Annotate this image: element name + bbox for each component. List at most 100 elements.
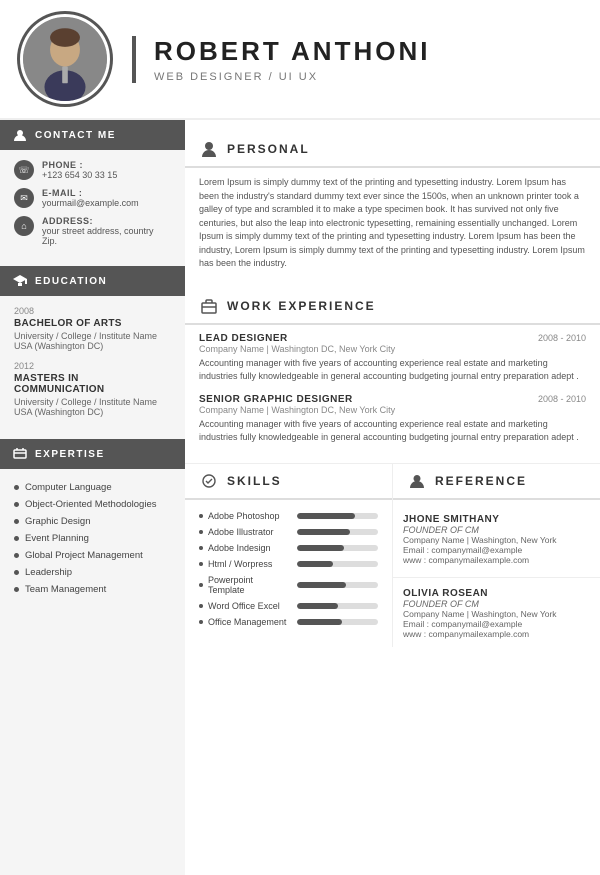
skill-bar-fill [297,545,344,551]
contact-section-label: CONTACT ME [35,130,116,141]
skill-bar-background [297,545,378,551]
ref-website: www : companymailexample.com [403,629,590,639]
ref-company: Company Name | Washington, New York [403,609,590,619]
skill-bar-fill [297,619,342,625]
bullet [14,519,19,524]
header-info: ROBERT ANTHONI WEB DESIGNER / UI UX [132,36,430,83]
bottom-section: SKILLS Adobe Photoshop Adobe Illustrator [185,463,600,647]
bullet [14,536,19,541]
bullet [199,530,203,534]
bullet [199,583,203,587]
profile-photo [20,14,110,104]
bullet [14,570,19,575]
skills-column: SKILLS Adobe Photoshop Adobe Illustrator [185,464,393,647]
skill-label: Office Management [199,617,289,627]
skills-header: SKILLS [185,464,392,500]
bullet [199,562,203,566]
expertise-item: Graphic Design [14,513,171,530]
education-section-header: EDUCATION [0,266,185,296]
sidebar: CONTACT ME ☏ PHONE : +123 654 30 33 15 ✉… [0,120,185,875]
ref-role: FOUNDER OF CM [403,525,590,535]
skill-label: Adobe Photoshop [199,511,289,521]
reference-header: REFERENCE [393,464,600,500]
skill-bar-fill [297,513,355,519]
bullet [14,502,19,507]
ref-email: Email : companymail@example [403,545,590,555]
contact-phone: ☏ PHONE : +123 654 30 33 15 [14,160,171,180]
skill-label: Word Office Excel [199,601,289,611]
expertise-section-header: EXPERTISE [0,439,185,469]
reference-icon [407,471,427,491]
reference-item: JHONE SMITHANY FOUNDER OF CM Company Nam… [393,508,600,573]
candidate-title: WEB DESIGNER / UI UX [154,71,430,83]
skill-bar-fill [297,603,338,609]
bullet [199,620,203,624]
reference-list: JHONE SMITHANY FOUNDER OF CM Company Nam… [393,508,600,647]
expertise-item: Computer Language [14,479,171,496]
expertise-item: Leadership [14,564,171,581]
work-icon [199,296,219,316]
skill-label: Html / Worpress [199,559,289,569]
main-content: PERSONAL Lorem Ipsum is simply dummy tex… [185,120,600,875]
skill-item: Adobe Illustrator [185,524,392,540]
expertise-item: Team Management [14,581,171,598]
skill-label: Powerpoint Template [199,575,289,595]
bullet [14,553,19,558]
skill-item: Word Office Excel [185,598,392,614]
contact-section: ☏ PHONE : +123 654 30 33 15 ✉ E-MAIL : y… [0,150,185,266]
skill-bar-background [297,582,378,588]
ref-name: JHONE SMITHANY [403,514,590,525]
reference-item: OLIVIA ROSEAN FOUNDER OF CM Company Name… [393,582,600,647]
skill-bar-fill [297,529,350,535]
skill-bar-background [297,603,378,609]
bullet [14,587,19,592]
contact-icon [12,127,28,143]
skill-item: Office Management [185,614,392,630]
education-section-label: EDUCATION [35,276,107,287]
skill-bar-fill [297,582,346,588]
skill-item: Powerpoint Template [185,572,392,598]
expertise-item: Object-Oriented Methodologies [14,496,171,513]
expertise-item: Global Project Management [14,547,171,564]
bullet [199,546,203,550]
education-icon [12,273,28,289]
contact-address: ⌂ ADDRESS: your street address, country … [14,216,171,246]
bullet [199,514,203,518]
main-layout: CONTACT ME ☏ PHONE : +123 654 30 33 15 ✉… [0,120,600,875]
skill-item: Html / Worpress [185,556,392,572]
skill-item: Adobe Indesign [185,540,392,556]
ref-email: Email : companymail@example [403,619,590,629]
personal-header: PERSONAL [185,132,600,168]
ref-website: www : companymailexample.com [403,555,590,565]
expertise-section-label: EXPERTISE [35,449,105,460]
expertise-list: Computer Language Object-Oriented Method… [0,469,185,610]
education-section: 2008 BACHELOR OF ARTS University / Colle… [0,296,185,439]
skill-label: Adobe Indesign [199,543,289,553]
resume-header: ROBERT ANTHONI WEB DESIGNER / UI UX [0,0,600,120]
ref-role: FOUNDER OF CM [403,599,590,609]
ref-company: Company Name | Washington, New York [403,535,590,545]
skill-bar-background [297,619,378,625]
skill-label: Adobe Illustrator [199,527,289,537]
contact-section-header: CONTACT ME [0,120,185,150]
personal-text: Lorem Ipsum is simply dummy text of the … [185,176,600,271]
reference-column: REFERENCE JHONE SMITHANY FOUNDER OF CM C… [393,464,600,647]
phone-icon: ☏ [14,160,34,180]
expertise-icon [12,446,28,462]
ref-name: OLIVIA ROSEAN [403,588,590,599]
bullet [14,485,19,490]
personal-icon [199,139,219,159]
email-icon: ✉ [14,188,34,208]
skill-bar-fill [297,561,333,567]
work-item-1: LEAD DESIGNER 2008 - 2010 Company Name |… [185,333,600,394]
skill-bar-background [297,561,378,567]
work-header: WORK EXPERIENCE [185,289,600,325]
skill-item: Adobe Photoshop [185,508,392,524]
candidate-name: ROBERT ANTHONI [154,36,430,67]
skill-bar-background [297,529,378,535]
personal-section: PERSONAL Lorem Ipsum is simply dummy tex… [185,120,600,279]
bullet [199,604,203,608]
skill-bar-background [297,513,378,519]
work-item-2: SENIOR GRAPHIC DESIGNER 2008 - 2010 Comp… [185,394,600,455]
skills-icon [199,471,219,491]
